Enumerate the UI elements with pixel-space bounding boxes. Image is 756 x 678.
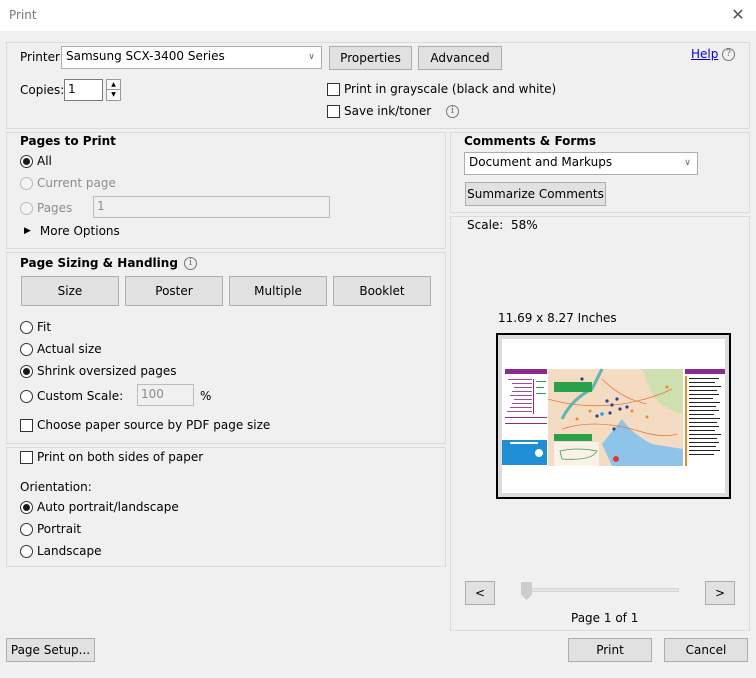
tab-booklet[interactable]: Booklet	[333, 276, 431, 306]
radio-fit-label: Fit	[37, 320, 52, 334]
grayscale-checkbox[interactable]	[327, 82, 340, 96]
pages-to-print-heading: Pages to Print	[20, 134, 116, 148]
comments-forms-heading: Comments & Forms	[464, 134, 596, 148]
title-bar: Print ✕	[0, 0, 756, 31]
comments-forms-select[interactable]: Document and Markups ∨	[464, 152, 698, 175]
tab-poster[interactable]: Poster	[125, 276, 223, 306]
radio-actual-size-label: Actual size	[37, 342, 102, 356]
cancel-button[interactable]: Cancel	[664, 638, 748, 662]
printer-label: Printer:	[20, 50, 64, 64]
radio-auto-orientation-label: Auto portrait/landscape	[37, 500, 179, 514]
paper-source-label: Choose paper source by PDF page size	[37, 418, 271, 432]
page-slider-track[interactable]	[522, 588, 679, 592]
more-options-toggle[interactable]: ▶ More Options	[24, 224, 120, 238]
radio-custom-scale[interactable]	[20, 389, 33, 403]
prev-page-button[interactable]: <	[465, 581, 495, 605]
radio-pages-label: Pages	[37, 201, 73, 215]
radio-actual-size[interactable]	[20, 342, 33, 356]
pages-option-pages: Pages	[20, 201, 72, 215]
sizing-option-custom[interactable]: Custom Scale:	[20, 389, 123, 403]
sizing-option-shrink[interactable]: Shrink oversized pages	[20, 364, 177, 378]
radio-portrait[interactable]	[20, 522, 33, 536]
close-icon[interactable]: ✕	[728, 5, 748, 25]
copies-value: 1	[68, 82, 76, 96]
scale-text: Scale: 58%	[467, 218, 538, 232]
pages-range-value: 1	[97, 199, 105, 213]
grayscale-label: Print in grayscale (black and white)	[344, 82, 557, 96]
copies-stepper[interactable]: ▲ ▼	[106, 79, 121, 101]
custom-scale-input: 100	[137, 384, 194, 406]
more-options-label: More Options	[39, 224, 120, 238]
radio-shrink-oversized[interactable]	[20, 364, 33, 378]
grayscale-option[interactable]: Print in grayscale (black and white)	[327, 82, 556, 96]
pages-range-input: 1	[93, 196, 330, 218]
triangle-right-icon: ▶	[24, 226, 31, 236]
paper-source-option[interactable]: Choose paper source by PDF page size	[20, 418, 270, 432]
page-setup-button[interactable]: Page Setup...	[6, 638, 95, 662]
radio-pages	[20, 201, 33, 215]
page-sizing-heading-row: Page Sizing & Handling i	[20, 256, 197, 270]
help-link[interactable]: Help	[691, 47, 718, 61]
comments-forms-select-value: Document and Markups	[469, 155, 613, 169]
advanced-button[interactable]: Advanced	[418, 46, 502, 70]
page-sizing-heading: Page Sizing & Handling	[20, 256, 178, 270]
radio-landscape[interactable]	[20, 544, 33, 558]
copies-label: Copies:	[20, 83, 65, 97]
orientation-option-auto[interactable]: Auto portrait/landscape	[20, 500, 179, 514]
help-icon[interactable]: ?	[722, 48, 735, 61]
print-button[interactable]: Print	[568, 638, 652, 662]
custom-scale-value: 100	[141, 387, 164, 401]
pages-option-current: Current page	[20, 176, 116, 190]
info-header	[685, 369, 725, 374]
radio-current-page	[20, 176, 33, 190]
map-thumbnail	[502, 368, 725, 466]
radio-shrink-oversized-label: Shrink oversized pages	[37, 364, 177, 378]
radio-current-page-label: Current page	[37, 176, 116, 190]
info-icon[interactable]: i	[183, 256, 197, 270]
page-indicator: Page 1 of 1	[571, 611, 639, 625]
radio-auto-orientation[interactable]	[20, 500, 33, 514]
chevron-down-icon: ∨	[677, 153, 697, 174]
orientation-label: Orientation:	[20, 480, 92, 494]
map-callout	[554, 382, 592, 392]
stepper-down-icon[interactable]: ▼	[106, 90, 121, 101]
paper-source-checkbox[interactable]	[20, 418, 33, 432]
both-sides-checkbox[interactable]	[20, 450, 33, 464]
save-ink-option[interactable]: Save ink/toner	[327, 104, 431, 118]
page-size-text: 11.69 x 8.27 Inches	[498, 311, 617, 325]
tab-size[interactable]: Size	[21, 276, 119, 306]
sizing-option-actual[interactable]: Actual size	[20, 342, 102, 356]
radio-all[interactable]	[20, 154, 33, 168]
stepper-up-icon[interactable]: ▲	[106, 79, 121, 90]
orientation-option-portrait[interactable]: Portrait	[20, 522, 81, 536]
printer-select[interactable]: Samsung SCX-3400 Series ∨	[61, 46, 322, 69]
page-preview	[496, 333, 731, 499]
save-ink-checkbox[interactable]	[327, 104, 340, 118]
properties-button[interactable]: Properties	[329, 46, 412, 70]
window-title: Print	[9, 8, 37, 22]
both-sides-option[interactable]: Print on both sides of paper	[20, 450, 203, 464]
info-icon[interactable]: i	[446, 105, 459, 118]
percent-label: %	[200, 389, 212, 403]
map-callout	[554, 434, 592, 441]
orientation-option-landscape[interactable]: Landscape	[20, 544, 101, 558]
printer-select-value: Samsung SCX-3400 Series	[66, 49, 225, 63]
save-ink-label: Save ink/toner	[344, 104, 432, 118]
preview-page	[502, 339, 725, 493]
radio-portrait-label: Portrait	[37, 522, 82, 536]
tab-multiple[interactable]: Multiple	[229, 276, 327, 306]
radio-fit[interactable]	[20, 320, 33, 334]
radio-all-label: All	[37, 154, 52, 168]
summarize-comments-button[interactable]: Summarize Comments	[465, 182, 606, 206]
sizing-option-fit[interactable]: Fit	[20, 320, 51, 334]
chevron-down-icon: ∨	[301, 47, 321, 68]
copies-input[interactable]: 1	[64, 79, 103, 101]
pages-option-all[interactable]: All	[20, 154, 52, 168]
both-sides-label: Print on both sides of paper	[37, 450, 204, 464]
legend-header	[505, 369, 547, 374]
radio-custom-scale-label: Custom Scale:	[37, 389, 124, 403]
next-page-button[interactable]: >	[705, 581, 735, 605]
radio-landscape-label: Landscape	[37, 544, 102, 558]
